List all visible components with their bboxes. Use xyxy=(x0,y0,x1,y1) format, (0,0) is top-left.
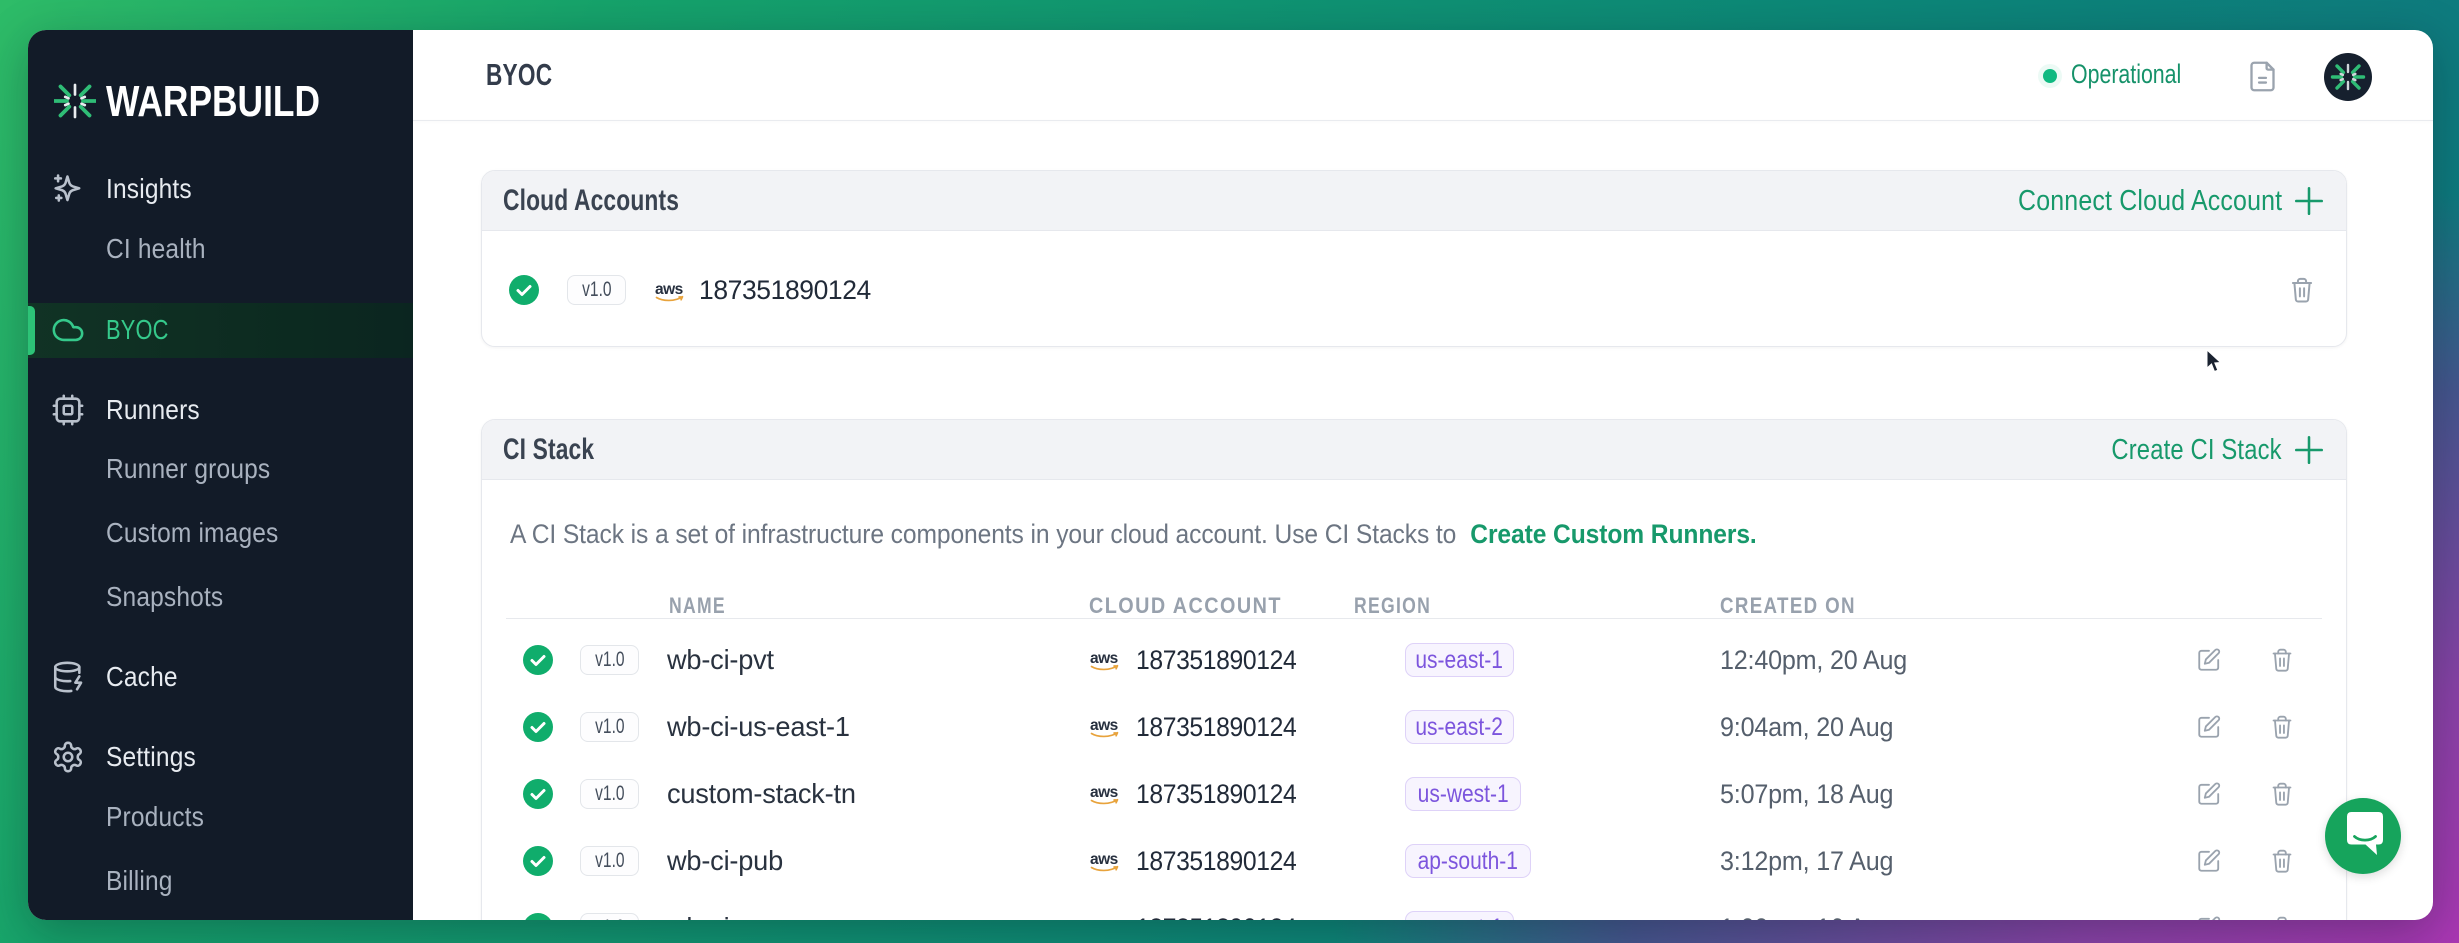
svg-text:WARPBUILD: WARPBUILD xyxy=(106,79,320,125)
svg-text:aws: aws xyxy=(1090,918,1118,920)
svg-text:aws: aws xyxy=(1090,717,1118,734)
svg-text:aws: aws xyxy=(655,281,683,298)
svg-text:aws: aws xyxy=(1090,784,1118,801)
svg-text:aws: aws xyxy=(1090,851,1118,868)
svg-text:aws: aws xyxy=(1090,650,1118,667)
